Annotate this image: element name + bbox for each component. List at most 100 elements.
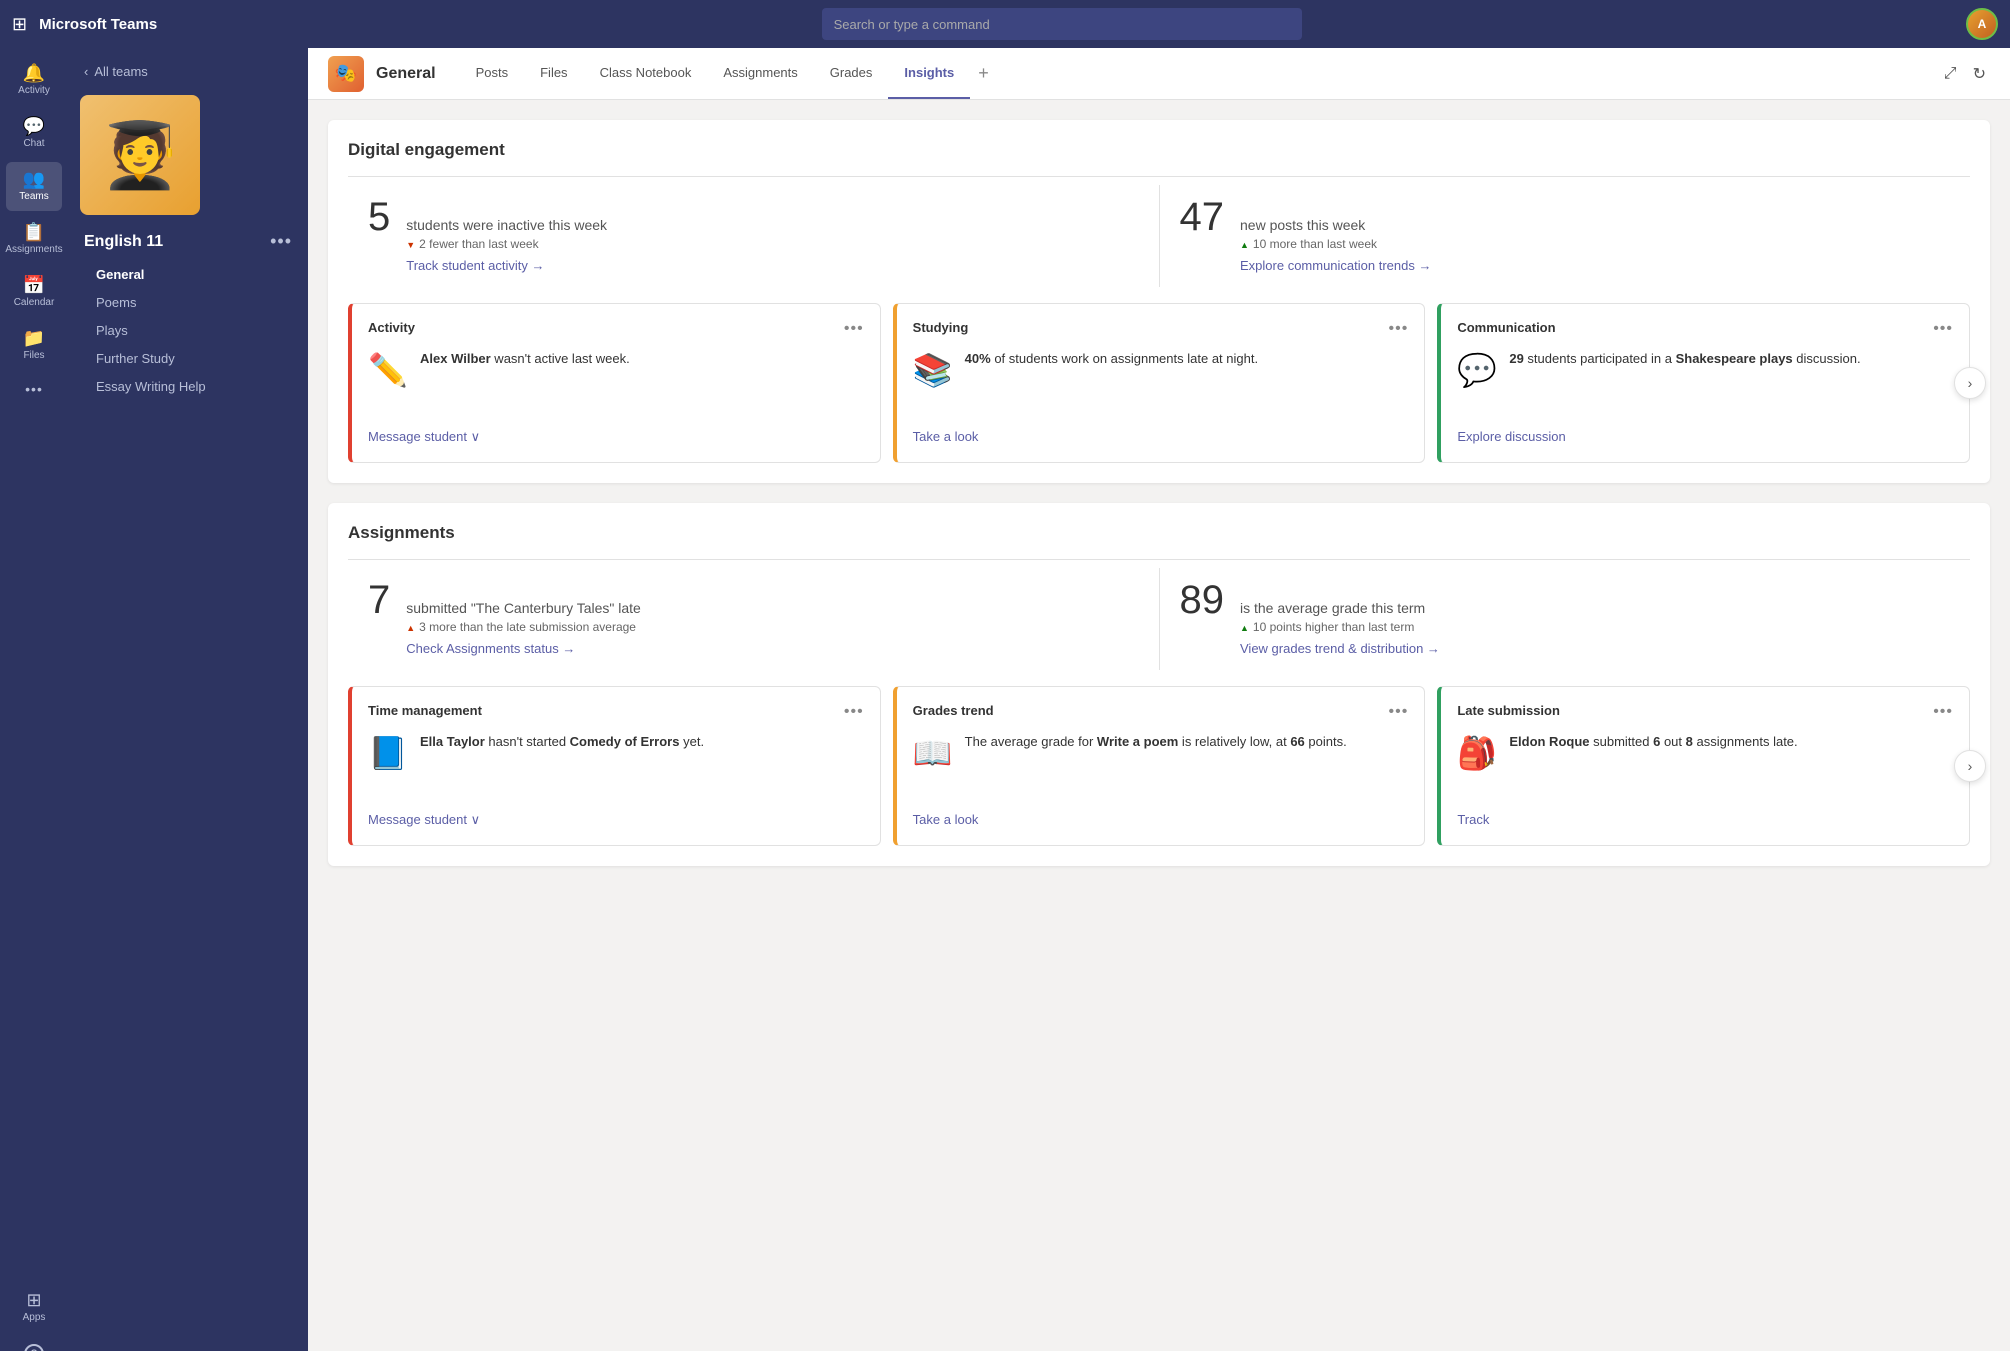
view-grades-link[interactable]: View grades trend & distribution → [1240, 641, 1440, 656]
channel-item-further-study[interactable]: Further Study [76, 345, 300, 372]
nav-label-apps: Apps [23, 1312, 46, 1324]
tab-files[interactable]: Files [524, 48, 583, 99]
back-chevron-icon: ‹ [84, 64, 88, 79]
channel-label-essay-writing: Essay Writing Help [96, 379, 206, 394]
grades-trend-card-body: 📖 The average grade for Write a poem is … [913, 733, 1409, 799]
nav-item-help[interactable]: ? Help [6, 1336, 62, 1351]
communication-card-dots[interactable]: ••• [1933, 320, 1953, 338]
team-options-dots[interactable]: ••• [270, 231, 292, 252]
channel-item-poems[interactable]: Poems [76, 289, 300, 316]
time-management-card: Time management ••• 📘 Ella Taylor hasn't… [348, 686, 881, 846]
grade-stat: 89 is the average grade this term 10 poi… [1160, 568, 1971, 670]
studying-card-text: 40% of students work on assignments late… [965, 350, 1258, 368]
digital-engagement-stats: 5 students were inactive this week 2 few… [348, 185, 1970, 287]
inactive-desc: students were inactive this week [406, 217, 607, 233]
grades-trend-card-header: Grades trend ••• [913, 703, 1409, 721]
teams-icon: 👥 [23, 170, 45, 188]
nav-item-files[interactable]: 📁 Files [6, 321, 62, 370]
assignments-icon: 📋 [23, 223, 45, 241]
late-desc: submitted "The Canterbury Tales" late [406, 600, 641, 616]
topbar: ⊞ Microsoft Teams A [0, 0, 2010, 48]
check-assignments-link[interactable]: Check Assignments status → [406, 641, 575, 656]
team-name: English 11 [84, 233, 163, 251]
files-icon: 📁 [23, 329, 45, 347]
tab-files-label: Files [540, 65, 567, 80]
tab-class-notebook[interactable]: Class Notebook [584, 48, 708, 99]
communication-card-text: 29 students participated in a Shakespear… [1509, 350, 1860, 368]
late-submission-card-icon: 🎒 [1457, 733, 1497, 773]
nav-label-assignments: Assignments [5, 244, 62, 256]
cards-nav-next-1[interactable]: › [1954, 367, 1986, 399]
tab-insights[interactable]: Insights [888, 48, 970, 99]
time-management-card-dots[interactable]: ••• [844, 703, 864, 721]
assignments-section: Assignments 7 submitted "The Canterbury … [328, 503, 1990, 866]
late-submission-card-dots[interactable]: ••• [1933, 703, 1953, 721]
studying-card-body: 📚 40% of students work on assignments la… [913, 350, 1409, 416]
nav-item-chat[interactable]: 💬 Chat [6, 109, 62, 158]
grades-trend-card-dots[interactable]: ••• [1389, 703, 1409, 721]
search-input[interactable] [834, 17, 1290, 32]
explore-communication-link[interactable]: Explore communication trends → [1240, 258, 1431, 273]
late-submission-card-action[interactable]: Track [1457, 812, 1489, 827]
channel-header: 🎭 General Posts Files Class Notebook Ass… [308, 48, 2010, 100]
tab-assignments[interactable]: Assignments [707, 48, 813, 99]
posts-desc: new posts this week [1240, 217, 1431, 233]
activity-card-action[interactable]: Message student ∨ [368, 429, 480, 444]
nav-item-calendar[interactable]: 📅 Calendar [6, 268, 62, 317]
tab-nav: Posts Files Class Notebook Assignments G… [460, 48, 1940, 99]
cards-nav-next-2[interactable]: › [1954, 750, 1986, 782]
channel-item-essay-writing[interactable]: Essay Writing Help [76, 373, 300, 400]
all-teams-label: All teams [94, 64, 147, 79]
studying-card-dots[interactable]: ••• [1389, 320, 1409, 338]
nav-item-apps[interactable]: ⊞ Apps [6, 1283, 62, 1332]
time-management-card-title: Time management [368, 703, 482, 718]
track-activity-link[interactable]: Track student activity → [406, 258, 544, 273]
insight-cards-row-2: Time management ••• 📘 Ella Taylor hasn't… [348, 686, 1970, 846]
nav-item-activity[interactable]: 🔔 Activity [6, 56, 62, 105]
waffle-icon[interactable]: ⊞ [12, 14, 27, 35]
nav-rail: 🔔 Activity 💬 Chat 👥 Teams 📋 Assignments … [0, 48, 68, 1351]
divider-1 [348, 176, 1970, 177]
late-triangle-icon [406, 620, 415, 634]
tab-assignments-label: Assignments [723, 65, 797, 80]
studying-card-title: Studying [913, 320, 969, 335]
nav-item-assignments[interactable]: 📋 Assignments [6, 215, 62, 264]
team-avatar: 🧑‍🎓 [80, 95, 200, 215]
time-management-card-icon: 📘 [368, 733, 408, 773]
tab-grades[interactable]: Grades [814, 48, 889, 99]
communication-card-header: Communication ••• [1457, 320, 1953, 338]
posts-number: 47 [1180, 197, 1225, 237]
channel-item-general[interactable]: General [76, 261, 300, 288]
channel-item-plays[interactable]: Plays [76, 317, 300, 344]
app-title-text: Microsoft Teams [39, 16, 157, 33]
studying-card-action[interactable]: Take a look [913, 429, 979, 444]
time-management-card-action[interactable]: Message student ∨ [368, 812, 480, 827]
avatar[interactable]: A [1966, 8, 1998, 40]
communication-card: Communication ••• 💬 29 students particip… [1437, 303, 1970, 463]
nav-label-teams: Teams [19, 191, 48, 203]
expand-button[interactable]: ⤢ [1940, 61, 1961, 87]
sidebar-back[interactable]: ‹ All teams [68, 48, 308, 87]
posts-sub-text: 10 more than last week [1253, 237, 1377, 251]
activity-card-header: Activity ••• [368, 320, 864, 338]
tab-posts-label: Posts [476, 65, 509, 80]
posts-sub: 10 more than last week [1240, 237, 1431, 251]
grade-desc: is the average grade this term [1240, 600, 1440, 616]
late-submission-card-footer: Track [1457, 799, 1953, 829]
tab-posts[interactable]: Posts [460, 48, 525, 99]
refresh-button[interactable]: ↻ [1969, 60, 1990, 88]
activity-card-dots[interactable]: ••• [844, 320, 864, 338]
communication-card-action[interactable]: Explore discussion [1457, 429, 1565, 444]
nav-rail-top: 🔔 Activity 💬 Chat 👥 Teams 📋 Assignments … [6, 56, 62, 1283]
nav-item-teams[interactable]: 👥 Teams [6, 162, 62, 211]
app-title: Microsoft Teams [39, 16, 157, 33]
time-management-card-body: 📘 Ella Taylor hasn't started Comedy of E… [368, 733, 864, 799]
content-scroll: Digital engagement 5 students were inact… [308, 100, 2010, 1351]
grades-trend-card-action[interactable]: Take a look [913, 812, 979, 827]
tab-add-button[interactable]: + [970, 63, 997, 84]
late-number: 7 [368, 580, 390, 620]
channel-label-further-study: Further Study [96, 351, 175, 366]
team-avatar-emoji: 🧑‍🎓 [100, 118, 180, 193]
nav-item-more[interactable]: ••• [6, 374, 62, 404]
activity-icon: 🔔 [23, 64, 45, 82]
